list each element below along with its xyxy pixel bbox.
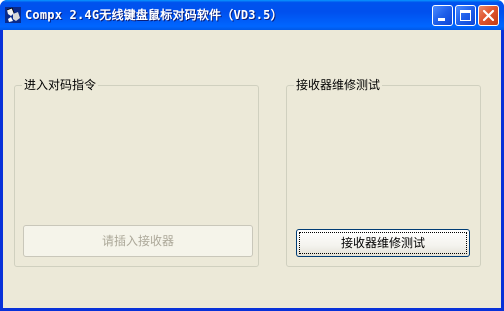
maximize-icon [460, 10, 471, 21]
receiver-repair-test-button[interactable]: 接收器维修测试 [296, 229, 470, 257]
insert-receiver-button[interactable]: 请插入接收器 [23, 225, 253, 257]
minimize-button[interactable] [432, 5, 453, 26]
close-icon [482, 9, 495, 22]
title-bar[interactable]: Compx 2.4G无线键盘鼠标对码软件（VD3.5） [0, 0, 504, 30]
client-area: 进入对码指令 请插入接收器 接收器维修测试 接收器维修测试 [3, 30, 501, 308]
pairing-group: 进入对码指令 请插入接收器 [14, 78, 259, 267]
maximize-button[interactable] [455, 5, 476, 26]
repair-group: 接收器维修测试 接收器维修测试 [286, 78, 481, 267]
app-icon[interactable] [5, 7, 21, 23]
repair-group-label: 接收器维修测试 [294, 78, 383, 93]
pairing-group-label: 进入对码指令 [22, 78, 99, 93]
minimize-icon [438, 18, 445, 21]
window-title: Compx 2.4G无线键盘鼠标对码软件（VD3.5） [25, 8, 283, 22]
close-button[interactable] [478, 5, 499, 26]
app-window: Compx 2.4G无线键盘鼠标对码软件（VD3.5） 进入对码指令 请插入接收… [0, 0, 504, 311]
